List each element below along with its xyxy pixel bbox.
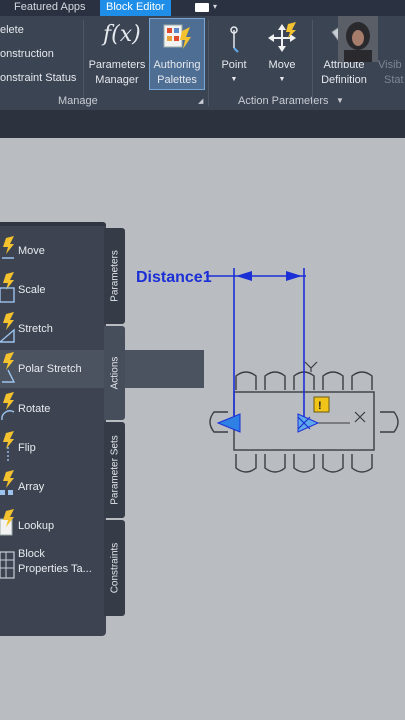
palette-item-label: Block <box>18 548 45 560</box>
tab-parameters[interactable]: Parameters <box>104 228 125 324</box>
parameter-grip-right[interactable] <box>297 413 320 433</box>
tab-label: Actions <box>109 356 120 390</box>
flip-action-icon <box>3 431 14 463</box>
table-icon <box>0 551 15 579</box>
lookup-action-icon <box>0 509 14 536</box>
palette-item-label: Move <box>18 245 45 257</box>
warning-icon: ! <box>318 400 322 412</box>
chair <box>235 371 257 390</box>
palette-item-polar-stretch[interactable]: Polar Stretch <box>0 350 204 388</box>
ucs-marker <box>304 361 318 372</box>
palette-item-label: Stretch <box>18 323 53 335</box>
parameter-grip-left[interactable] <box>216 413 241 433</box>
chair <box>351 371 373 390</box>
array-action-icon <box>0 470 14 495</box>
tab-actions[interactable]: Actions <box>104 326 125 420</box>
block-authoring-palette: Move Scale Stretch Polar Stretch Rotate <box>0 226 204 636</box>
stretch-action-icon <box>0 312 15 343</box>
palette-item-block-properties-table[interactable]: Block Properties Ta... <box>0 544 104 588</box>
dimension-label[interactable]: Distance1 <box>136 269 212 286</box>
polar-stretch-action-icon <box>2 352 16 383</box>
palette-item-array[interactable]: Array <box>0 468 104 506</box>
chair <box>322 454 344 473</box>
scale-action-icon <box>0 272 15 303</box>
palette-item-label: Lookup <box>18 520 55 532</box>
palette-item-lookup[interactable]: Lookup <box>0 507 104 545</box>
dimension-arrow-right <box>286 271 302 281</box>
tab-constraints[interactable]: Constraints <box>104 520 125 616</box>
palette-item-stretch[interactable]: Stretch <box>0 310 104 348</box>
dimension-arrow-left <box>236 271 252 281</box>
palette-item-label: Flip <box>18 442 36 454</box>
tab-label: Constraints <box>109 542 120 594</box>
action-x-marker <box>354 411 366 423</box>
tab-label: Parameter Sets <box>109 435 120 505</box>
chair <box>293 454 315 473</box>
move-action-icon <box>2 236 14 259</box>
palette-item-flip[interactable]: Flip <box>0 429 104 467</box>
chair <box>235 454 257 473</box>
palette-item-move[interactable]: Move <box>0 232 104 270</box>
palette-item-label-2: Properties Ta... <box>18 563 92 575</box>
palette-item-label: Array <box>18 481 45 493</box>
tab-label: Parameters <box>109 250 120 302</box>
chair <box>322 371 344 390</box>
palette-item-rotate[interactable]: Rotate <box>0 390 104 428</box>
chair <box>351 454 373 473</box>
palette-item-label: Scale <box>18 284 46 296</box>
tab-parameter-sets[interactable]: Parameter Sets <box>104 422 125 518</box>
palette-item-label: Rotate <box>18 403 51 415</box>
chair <box>264 454 286 473</box>
palette-item-scale[interactable]: Scale <box>0 270 104 308</box>
rotate-action-icon <box>1 392 15 421</box>
distance-dimension <box>206 268 306 428</box>
chair <box>264 371 286 390</box>
chair <box>380 411 399 433</box>
palette-item-label: Polar Stretch <box>18 363 82 375</box>
